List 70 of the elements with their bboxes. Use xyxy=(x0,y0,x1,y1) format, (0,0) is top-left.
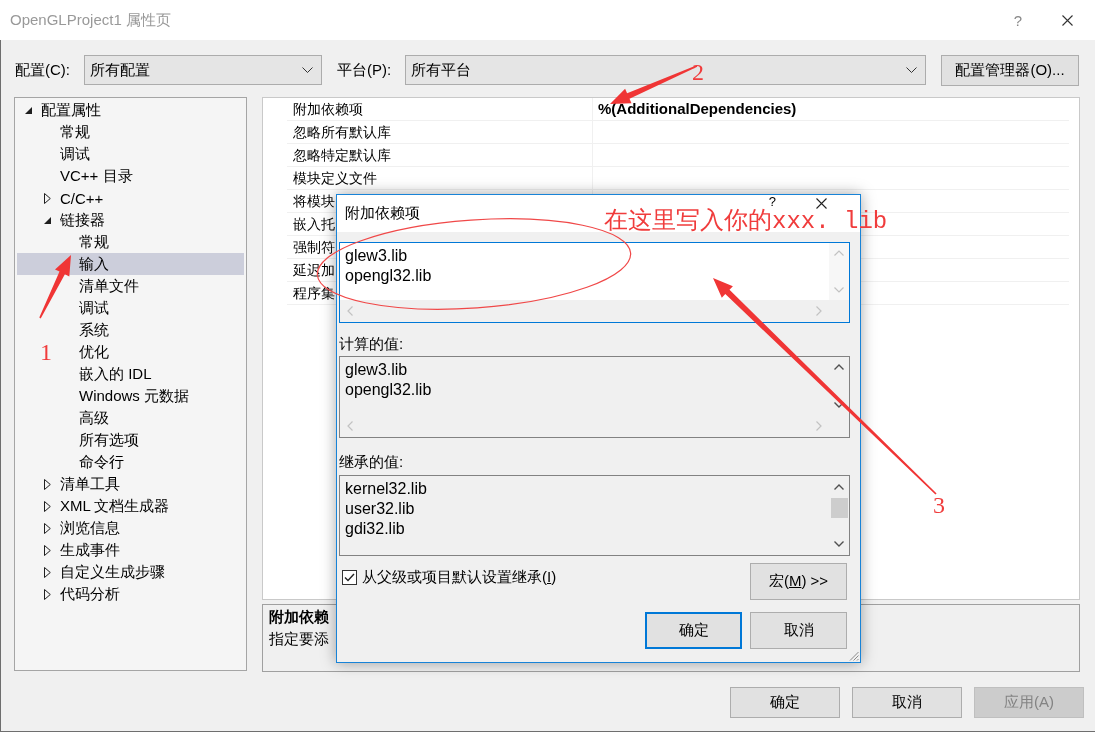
tree-item[interactable]: VC++ 目录 xyxy=(42,165,135,187)
inherited-values-box[interactable]: kernel32.lib user32.lib gdi32.lib xyxy=(339,475,850,556)
chevron-up-icon[interactable] xyxy=(834,484,844,490)
platform-label: 平台(P): xyxy=(337,60,393,80)
annotation-number: 1 xyxy=(40,339,52,365)
property-name: 附加依赖项 xyxy=(287,98,593,121)
tree-item[interactable]: 嵌入的 IDL xyxy=(61,363,154,385)
tree-item[interactable]: Windows 元数据 xyxy=(61,385,192,407)
tree-item[interactable]: 生成事件 xyxy=(42,539,122,561)
close-icon[interactable] xyxy=(816,198,827,209)
tree-item[interactable]: 清单文件 xyxy=(61,275,141,297)
dialog-button[interactable]: 确定 xyxy=(730,687,840,718)
tree-item[interactable]: 调试 xyxy=(61,297,111,319)
expanded-triangle-icon[interactable] xyxy=(25,106,32,114)
tree-item[interactable]: 链接器 xyxy=(42,209,107,231)
configuration-dropdown[interactable]: 所有配置 xyxy=(84,55,322,85)
tree-item[interactable]: 高级 xyxy=(61,407,111,429)
dependencies-input[interactable]: glew3.lib opengl32.lib xyxy=(339,242,850,323)
inherited-values-label: 继承的值: xyxy=(339,452,404,472)
tree-item[interactable]: C/C++ xyxy=(42,187,106,209)
property-name: 忽略特定默认库 xyxy=(287,144,593,167)
tree-item[interactable]: 浏览信息 xyxy=(42,517,122,539)
checkbox-label[interactable]: 从父级或项目默认设置继承(I) xyxy=(362,567,557,587)
window-title: OpenGLProject1 属性页 xyxy=(10,10,171,30)
collapsed-triangle-icon[interactable] xyxy=(44,544,51,556)
property-name: 模块定义文件 xyxy=(287,167,593,190)
dialog-button[interactable]: 取消 xyxy=(852,687,962,718)
expanded-triangle-icon[interactable] xyxy=(44,216,51,224)
collapsed-triangle-icon[interactable] xyxy=(44,522,51,534)
description-text: 指定要添 xyxy=(269,629,329,649)
computed-values-box[interactable]: glew3.lib opengl32.lib xyxy=(339,356,850,438)
tree-item[interactable]: 常规 xyxy=(61,231,111,253)
tree-item[interactable]: XML 文档生成器 xyxy=(42,495,172,517)
help-button[interactable]: ? xyxy=(768,196,776,208)
macros-button[interactable]: 宏(M) >> xyxy=(750,563,847,600)
collapsed-triangle-icon[interactable] xyxy=(44,500,51,512)
annotation-number: 2 xyxy=(692,59,704,85)
annotation-arrow xyxy=(39,255,71,319)
checkbox[interactable] xyxy=(342,570,357,585)
annotation-number: 3 xyxy=(933,492,945,518)
tree-item[interactable]: 调试 xyxy=(42,143,92,165)
help-button[interactable]: ? xyxy=(1013,11,1022,29)
tree-item[interactable]: 优化 xyxy=(61,341,111,363)
chevron-up-icon[interactable] xyxy=(834,364,844,370)
description-title: 附加依赖 xyxy=(269,607,329,627)
tree-item[interactable]: 清单工具 xyxy=(42,473,122,495)
collapsed-triangle-icon[interactable] xyxy=(44,478,51,490)
tree-item[interactable]: 系统 xyxy=(61,319,111,341)
dialog-button[interactable]: 取消 xyxy=(750,612,847,649)
collapsed-triangle-icon[interactable] xyxy=(44,588,51,600)
configuration-manager-button[interactable]: 配置管理器(O)... xyxy=(941,54,1079,86)
tree-item[interactable]: 配置属性 xyxy=(23,99,103,121)
computed-values-label: 计算的值: xyxy=(339,334,404,354)
collapsed-triangle-icon[interactable] xyxy=(44,566,51,578)
close-icon[interactable] xyxy=(1062,14,1073,26)
scrollbar-thumb[interactable] xyxy=(830,498,848,518)
property-name: 忽略所有默认库 xyxy=(287,121,593,144)
tree-item[interactable]: 输入 xyxy=(17,253,244,275)
chevron-down-icon xyxy=(302,67,313,73)
chevron-down-icon xyxy=(906,67,917,73)
tree-item[interactable]: 所有选项 xyxy=(61,429,141,451)
resize-grip-icon[interactable] xyxy=(849,651,859,661)
tree-item[interactable]: 代码分析 xyxy=(42,583,122,605)
tree-item[interactable]: 自定义生成步骤 xyxy=(42,561,167,583)
configuration-label: 配置(C): xyxy=(15,60,71,80)
chevron-down-icon[interactable] xyxy=(834,541,844,547)
dialog-button[interactable]: 确定 xyxy=(645,612,742,649)
tree-item[interactable]: 常规 xyxy=(42,121,92,143)
tree-item[interactable]: 命令行 xyxy=(61,451,126,473)
collapsed-triangle-icon[interactable] xyxy=(44,192,51,204)
